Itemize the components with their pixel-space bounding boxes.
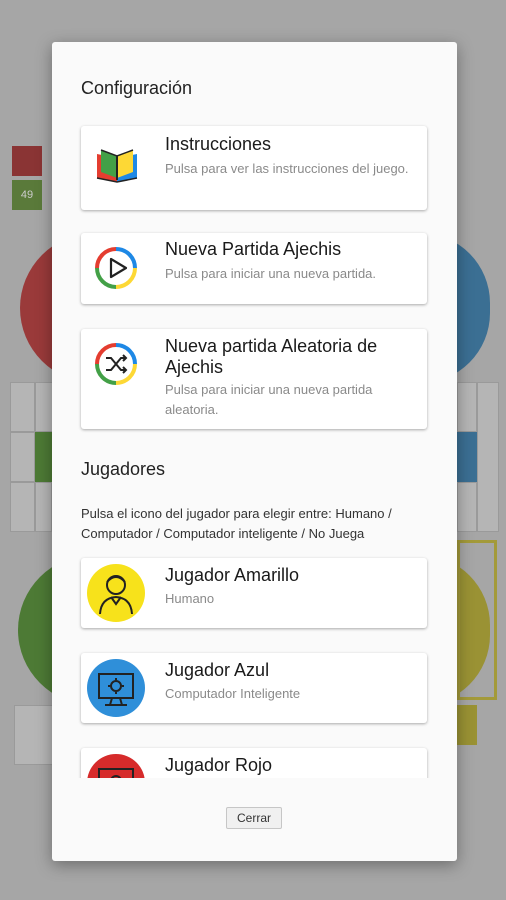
play-icon: [95, 247, 137, 289]
red-die: [12, 146, 42, 176]
players-description: Pulsa el icono del jugador para elegir e…: [81, 506, 392, 541]
green-lane: [35, 432, 52, 482]
new-game-card[interactable]: Nueva Partida Ajechis Pulsa para iniciar…: [81, 233, 427, 304]
yellow-die: [457, 705, 477, 745]
board-cell: [457, 382, 477, 432]
book-icon: [96, 149, 138, 183]
instructions-subtitle: Pulsa para ver las instrucciones del jue…: [165, 161, 409, 176]
player-blue-card[interactable]: Jugador Azul Computador Inteligente: [81, 653, 427, 723]
random-game-subtitle: Pulsa para iniciar una nueva partida ale…: [165, 382, 373, 417]
player-red-name: Jugador Rojo: [165, 755, 273, 775]
player-yellow-card[interactable]: Jugador Amarillo Humano: [81, 558, 427, 628]
player-blue-name: Jugador Azul: [165, 660, 270, 680]
board-cell: [10, 482, 35, 532]
config-section-title: Configuración: [81, 78, 193, 98]
random-game-title: Nueva partida Aleatoria de Ajechis: [165, 336, 378, 377]
blue-lane: [457, 432, 477, 482]
board-cell: [477, 382, 499, 532]
random-game-card[interactable]: Nueva partida Aleatoria de Ajechis Pulsa…: [81, 329, 427, 429]
board-cell: [35, 482, 52, 532]
yellow-frame: [457, 540, 497, 700]
players-section-title: Jugadores: [81, 459, 166, 479]
computer-icon[interactable]: [87, 754, 145, 778]
player-yellow-name: Jugador Amarillo: [165, 565, 300, 585]
computer-icon[interactable]: [87, 659, 145, 717]
player-yellow-type: Humano: [165, 591, 215, 606]
player-blue-type: Computador Inteligente: [165, 686, 301, 701]
instructions-card[interactable]: Instrucciones Pulsa para ver las instruc…: [81, 126, 427, 210]
player-red-card[interactable]: Jugador Rojo: [81, 748, 427, 778]
settings-dialog: Configuración Instrucciones Pulsa para v…: [52, 42, 457, 861]
instructions-title: Instrucciones: [165, 134, 272, 154]
human-icon[interactable]: [87, 564, 145, 622]
close-button[interactable]: Cerrar: [226, 807, 282, 829]
counter-value: 49: [20, 189, 34, 201]
new-game-subtitle: Pulsa para iniciar una nueva partida.: [165, 266, 377, 281]
shuffle-icon: [95, 343, 137, 385]
board-cell: [457, 482, 477, 532]
green-counter: 49: [12, 180, 42, 210]
board-cell: [10, 382, 35, 432]
dialog-scroll-area[interactable]: Configuración Instrucciones Pulsa para v…: [52, 42, 457, 778]
board-cell: [10, 432, 35, 482]
board-cell: [14, 705, 54, 765]
new-game-title: Nueva Partida Ajechis: [165, 239, 342, 259]
